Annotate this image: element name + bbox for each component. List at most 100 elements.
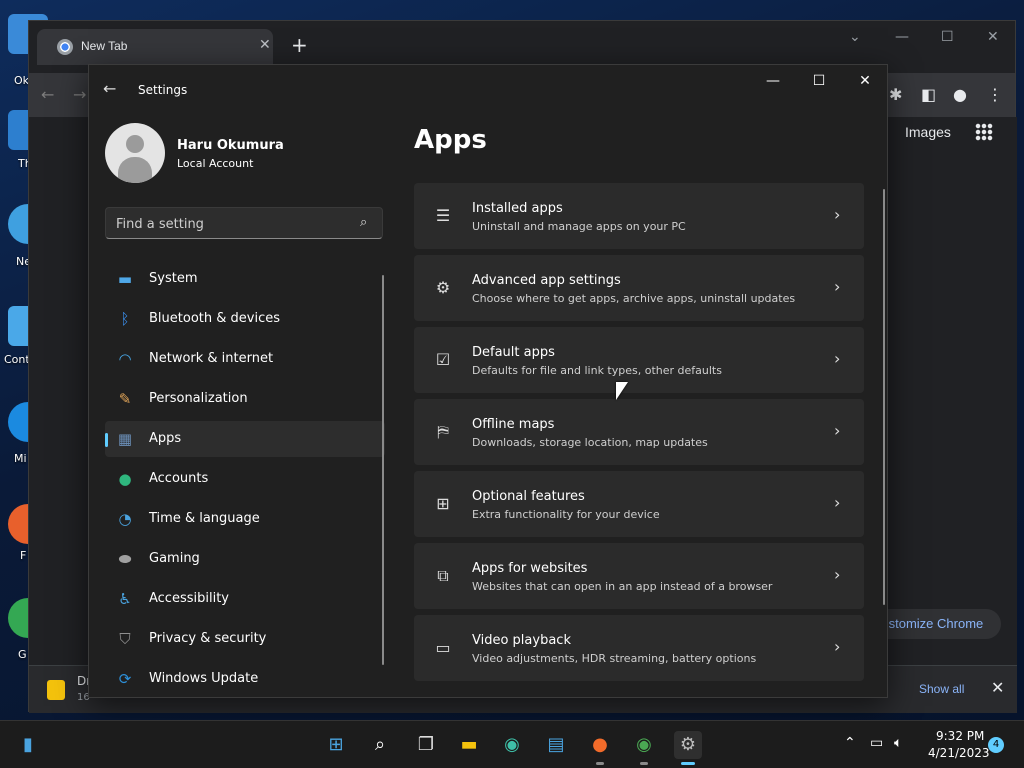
notification-badge[interactable]: 4 (988, 737, 1004, 753)
sidebar-item-network[interactable]: ◠ Network & internet (105, 341, 385, 377)
minimize-icon[interactable]: — (763, 73, 783, 89)
card-installed-apps[interactable]: ☰ Installed apps Uninstall and manage ap… (414, 183, 864, 249)
search-icon[interactable]: ⌕ (360, 215, 367, 230)
sidebar-nav: ▬ System ᛒ Bluetooth & devices ◠ Network… (105, 261, 385, 697)
back-icon[interactable]: ← (41, 85, 54, 104)
show-all-link[interactable]: Show all (919, 682, 964, 696)
google-apps-icon[interactable] (975, 123, 993, 141)
gamepad-icon: ⬬ (118, 550, 132, 568)
widgets-icon[interactable]: ▮ (14, 731, 42, 759)
sidebar-item-bluetooth[interactable]: ᛒ Bluetooth & devices (105, 301, 385, 337)
avatar-body (118, 157, 152, 183)
sidebar-item-personalization[interactable]: ✎ Personalization (105, 381, 385, 417)
close-download-bar-icon[interactable]: ✕ (991, 678, 1004, 697)
sidebar-item-label: System (149, 271, 198, 286)
card-title: Optional features (472, 489, 585, 504)
apps-card-list: ☰ Installed apps Uninstall and manage ap… (414, 183, 864, 687)
wifi-icon: ◠ (118, 350, 132, 368)
chevron-right-icon: › (834, 493, 841, 512)
chevron-right-icon: › (834, 565, 841, 584)
card-advanced-app-settings[interactable]: ⚙ Advanced app settings Choose where to … (414, 255, 864, 321)
card-optional-features[interactable]: ⊞ Optional features Extra functionality … (414, 471, 864, 537)
default-apps-icon: ☑ (435, 350, 451, 369)
store-icon[interactable]: ▤ (542, 731, 570, 759)
running-indicator (640, 762, 648, 765)
card-subtitle: Defaults for file and link types, other … (472, 364, 722, 377)
running-indicator (596, 762, 604, 765)
optional-features-icon: ⊞ (436, 494, 450, 513)
card-video-playback[interactable]: ▭ Video playback Video adjustments, HDR … (414, 615, 864, 681)
extensions-icon[interactable]: ✱ (889, 85, 902, 104)
window-title: Settings (138, 83, 188, 97)
chevron-right-icon: › (834, 637, 841, 656)
forward-icon[interactable]: → (73, 85, 86, 104)
file-explorer-icon[interactable]: ▬ (455, 731, 483, 759)
settings-window: ← Settings — ☐ ✕ Haru Okumura Local Acco… (88, 64, 888, 698)
customize-chrome-button[interactable]: ıstomize Chrome (869, 609, 1001, 639)
sidebar-item-time-language[interactable]: ◔ Time & language (105, 501, 385, 537)
images-link[interactable]: Images (905, 124, 951, 140)
firefox-icon[interactable]: ● (586, 731, 614, 765)
content-scrollbar[interactable] (883, 189, 885, 605)
search-input[interactable] (116, 214, 346, 234)
page-title: Apps (414, 125, 487, 155)
card-default-apps[interactable]: ☑ Default apps Defaults for file and lin… (414, 327, 864, 393)
back-arrow-icon[interactable]: ← (103, 79, 116, 98)
sidebar-item-accounts[interactable]: ● Accounts (105, 461, 385, 497)
card-offline-maps[interactable]: ⛿ Offline maps Downloads, storage locati… (414, 399, 864, 465)
chrome-tab[interactable]: New Tab ✕ (37, 29, 273, 65)
download-file-icon (47, 680, 65, 700)
start-icon[interactable]: ⊞ (322, 731, 350, 759)
app-settings-icon: ⚙ (435, 278, 451, 297)
taskbar: ▮ ⊞ ⌕ ❐ ▬ ◉ ▤ ● ◉ ⚙ ⌃ ▭ 🔈︎ 9:32 PM 4/21/… (0, 720, 1024, 768)
close-icon[interactable]: ✕ (855, 73, 875, 89)
chevron-right-icon: › (834, 277, 841, 296)
side-panel-icon[interactable]: ◧ (921, 85, 936, 104)
chevron-up-icon[interactable]: ⌃ (844, 735, 856, 751)
sidebar-item-accessibility[interactable]: ♿ Accessibility (105, 581, 385, 617)
video-icon: ▭ (435, 638, 451, 657)
profile-icon[interactable]: ● (953, 85, 967, 104)
close-window-icon[interactable]: ✕ (987, 29, 999, 45)
sidebar-item-system[interactable]: ▬ System (105, 261, 385, 297)
sidebar-item-label: Privacy & security (149, 631, 267, 646)
sidebar-item-apps[interactable]: ▦ Apps (105, 421, 385, 457)
avatar-head (126, 135, 144, 153)
close-tab-icon[interactable]: ✕ (259, 37, 271, 53)
list-icon: ☰ (435, 206, 451, 225)
clock-date[interactable]: 4/21/2023 (928, 746, 990, 760)
volume-icon[interactable]: 🔈︎ (894, 735, 902, 751)
card-title: Video playback (472, 633, 571, 648)
edge-icon[interactable]: ◉ (498, 731, 526, 759)
sidebar-item-label: Time & language (149, 511, 260, 526)
maximize-icon[interactable]: ☐ (809, 73, 829, 89)
new-tab-icon[interactable]: + (291, 35, 308, 55)
sidebar-scrollbar[interactable] (382, 275, 384, 665)
minimize-icon[interactable]: — (895, 29, 909, 45)
chevron-right-icon: › (834, 421, 841, 440)
sidebar-item-windows-update[interactable]: ⟳ Windows Update (105, 661, 385, 697)
card-title: Default apps (472, 345, 555, 360)
maximize-icon[interactable]: ☐ (941, 29, 954, 45)
card-subtitle: Websites that can open in an app instead… (472, 580, 773, 593)
update-icon: ⟳ (118, 670, 132, 688)
card-title: Installed apps (472, 201, 563, 216)
search-icon[interactable]: ⌕ (366, 731, 394, 759)
menu-icon[interactable]: ⋮ (987, 85, 1003, 104)
tab-search-icon[interactable]: ⌄ (849, 29, 861, 45)
sidebar-item-privacy[interactable]: ⛉ Privacy & security (105, 621, 385, 657)
accessibility-icon: ♿ (118, 590, 132, 608)
card-apps-for-websites[interactable]: ⧉ Apps for websites Websites that can op… (414, 543, 864, 609)
network-icon[interactable]: ▭ (870, 735, 883, 751)
chevron-right-icon: › (834, 205, 841, 224)
sidebar-item-label: Accounts (149, 471, 209, 486)
chrome-icon[interactable]: ◉ (630, 731, 658, 765)
sidebar-item-gaming[interactable]: ⬬ Gaming (105, 541, 385, 577)
settings-icon[interactable]: ⚙ (674, 731, 702, 765)
clock-time[interactable]: 9:32 PM (936, 729, 984, 743)
running-indicator (681, 762, 695, 765)
avatar[interactable] (105, 123, 165, 183)
task-view-icon[interactable]: ❐ (412, 731, 440, 759)
apps-icon: ▦ (117, 430, 133, 448)
search-box[interactable]: ⌕ (105, 207, 383, 239)
